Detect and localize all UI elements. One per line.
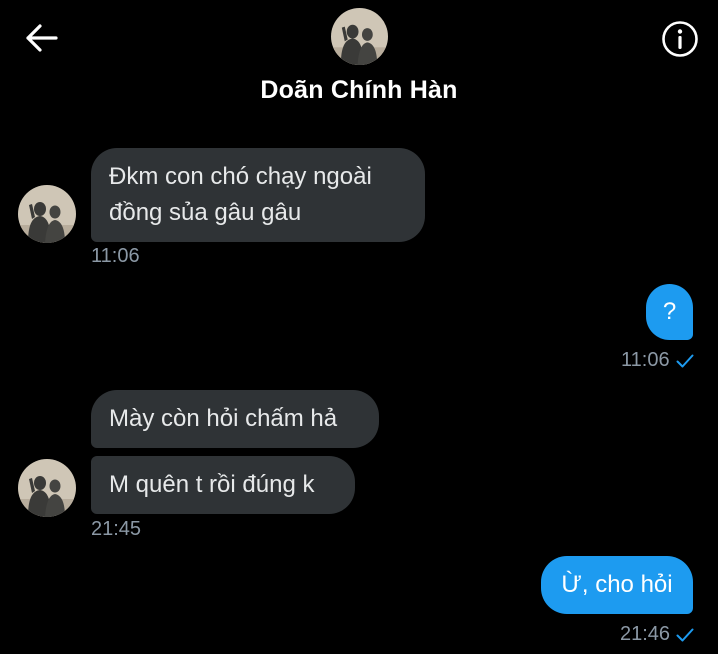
message-text: Mày còn hỏi chấm hả <box>109 405 338 432</box>
avatar-image <box>18 459 76 517</box>
sender-avatar[interactable] <box>18 185 76 243</box>
message-timestamp: 11:06 <box>621 349 670 371</box>
sender-avatar[interactable] <box>18 459 76 517</box>
message-timestamp: 11:06 <box>91 245 140 267</box>
check-icon <box>676 354 694 368</box>
check-icon <box>676 628 694 642</box>
message-text: M quên t rồi đúng k <box>109 471 315 498</box>
avatar-image <box>18 185 76 243</box>
message-bubble-incoming[interactable]: Đkm con chó chạy ngoài đồng sủa gâu gâu <box>91 148 425 242</box>
message-bubble-outgoing[interactable]: ? <box>646 284 693 340</box>
contact-name[interactable]: Doãn Chính Hàn <box>0 76 718 105</box>
arrow-left-icon <box>26 24 58 52</box>
back-button[interactable] <box>22 22 62 54</box>
message-bubble-incoming[interactable]: Mày còn hỏi chấm hả <box>91 390 379 448</box>
message-bubble-outgoing[interactable]: Ừ, cho hỏi <box>541 556 693 614</box>
message-text: Ừ, cho hỏi <box>561 571 673 598</box>
header-avatar[interactable] <box>331 8 388 65</box>
message-text: Đkm con chó chạy ngoài <box>109 163 372 190</box>
message-bubble-incoming[interactable]: M quên t rồi đúng k <box>91 456 355 514</box>
message-timestamp: 21:45 <box>91 518 142 540</box>
info-icon <box>662 21 698 57</box>
message-text: ? <box>662 298 677 325</box>
message-timestamp: 21:46 <box>620 623 671 645</box>
avatar-image <box>331 8 388 65</box>
dm-conversation-screen: Doãn Chính Hàn Đkm con chó chạy ngoài đồ… <box>0 0 718 654</box>
message-text: đồng sủa gâu gâu <box>109 199 302 226</box>
conversation-info-button[interactable] <box>661 20 699 58</box>
